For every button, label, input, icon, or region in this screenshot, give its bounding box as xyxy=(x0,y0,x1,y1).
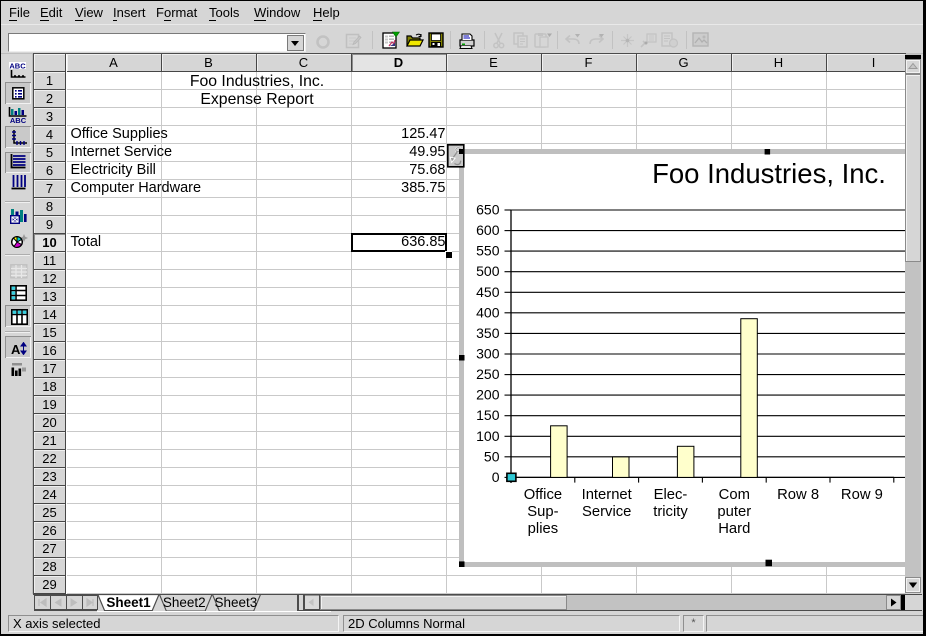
svg-text:600: 600 xyxy=(476,222,500,238)
svg-text:450: 450 xyxy=(476,284,500,300)
svg-text:Office: Office xyxy=(524,487,562,503)
svg-text:650: 650 xyxy=(476,202,500,218)
svg-text:250: 250 xyxy=(476,366,500,382)
svg-text:Foo Industries, Inc.: Foo Industries, Inc. xyxy=(652,158,886,189)
svg-text:0: 0 xyxy=(492,469,500,485)
svg-text:ABC: ABC xyxy=(9,62,26,71)
svg-text:Com: Com xyxy=(719,487,750,503)
svg-text:ABC: ABC xyxy=(10,116,27,123)
svg-text:plies: plies xyxy=(528,521,558,537)
svg-text:Row 9: Row 9 xyxy=(841,487,883,503)
svg-text:400: 400 xyxy=(476,304,500,320)
svg-text:A: A xyxy=(11,342,21,355)
svg-text:150: 150 xyxy=(476,407,500,423)
svg-text:Sheet1: Sheet1 xyxy=(106,595,151,610)
svg-text:100: 100 xyxy=(476,428,500,444)
svg-text:500: 500 xyxy=(476,263,500,279)
svg-text:200: 200 xyxy=(476,387,500,403)
svg-text:Sheet3: Sheet3 xyxy=(215,595,258,610)
svg-text:Sheet2: Sheet2 xyxy=(163,595,206,610)
svg-text:Hard: Hard xyxy=(718,521,750,537)
svg-text:350: 350 xyxy=(476,325,500,341)
svg-text:Internet: Internet xyxy=(582,487,632,503)
svg-text:50: 50 xyxy=(484,448,500,464)
svg-text:Elec-: Elec- xyxy=(654,487,688,503)
svg-text:Row 8: Row 8 xyxy=(777,487,819,503)
svg-text:550: 550 xyxy=(476,243,500,259)
svg-text:tricity: tricity xyxy=(653,504,688,520)
svg-text:Service: Service xyxy=(582,504,631,520)
svg-text:300: 300 xyxy=(476,346,500,362)
svg-text:Sup-: Sup- xyxy=(527,504,558,520)
svg-text:puter: puter xyxy=(717,504,751,520)
